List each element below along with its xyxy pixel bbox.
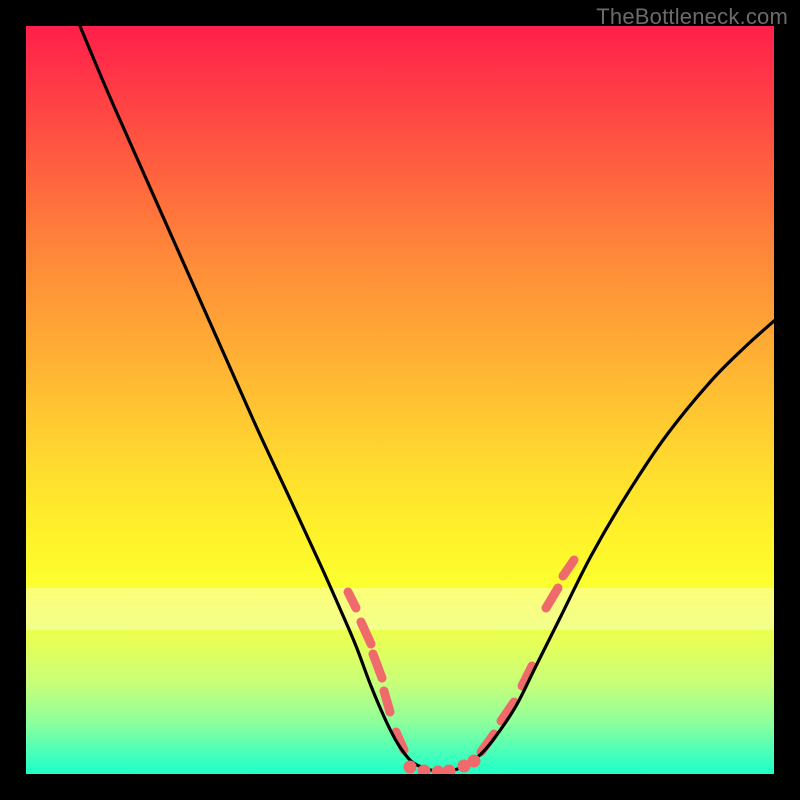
chart-dash-segment [361,622,371,644]
chart-dash-segment [384,691,390,712]
chart-dot-markers [404,755,481,775]
chart-frame: TheBottleneck.com [0,0,800,800]
chart-svg [26,26,774,774]
chart-dash-segment [373,654,382,678]
chart-dash-segment [546,588,558,608]
chart-dot [404,761,417,774]
chart-dash-segment [348,592,356,608]
chart-dash-segment [563,560,574,576]
chart-plot-area [26,26,774,774]
chart-curve [80,26,774,772]
chart-dot [432,766,445,775]
chart-dot [468,755,481,768]
chart-dot [443,765,456,775]
